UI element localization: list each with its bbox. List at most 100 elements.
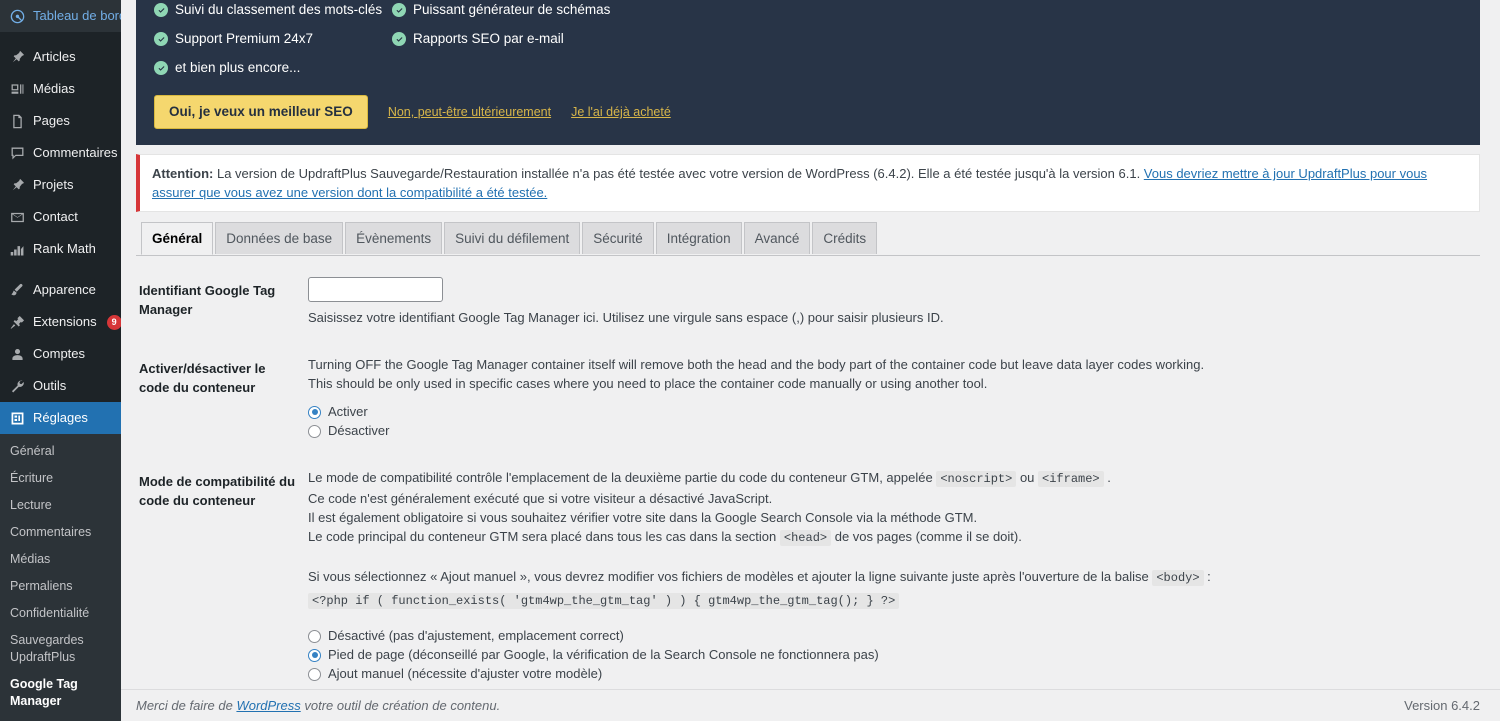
container-toggle-option[interactable]: Désactiver xyxy=(308,422,1470,440)
compat-p5b: : xyxy=(1203,569,1211,584)
sidebar-item-outils[interactable]: Outils xyxy=(0,370,121,402)
wp-content-area: Sites Web illimitésSuivi du classement d… xyxy=(121,0,1500,721)
feature-label: Rapports SEO par e-mail xyxy=(413,31,564,46)
submenu-item-confidentialit-[interactable]: Confidentialité xyxy=(0,600,121,627)
radio-button[interactable] xyxy=(308,648,321,662)
sidebar-item-m-dias[interactable]: Médias xyxy=(0,73,121,105)
sidebar-item-label: Pages xyxy=(33,113,70,128)
submenu-item-google-tag-manager[interactable]: Google Tag Manager xyxy=(0,671,121,715)
seo-promo-banner: Sites Web illimitésSuivi du classement d… xyxy=(136,0,1480,145)
radio-button[interactable] xyxy=(308,667,321,681)
submenu-item-lecture[interactable]: Lecture xyxy=(0,492,121,519)
sidebar-item-commentaires[interactable]: Commentaires xyxy=(0,137,121,169)
compat-desc-line-4: Le code principal du conteneur GTM sera … xyxy=(308,527,1470,548)
radio-label[interactable]: Ajout manuel (nécessite d'ajuster votre … xyxy=(328,665,602,683)
check-icon xyxy=(392,3,406,17)
compat-mode-option[interactable]: Ajout manuel (nécessite d'ajuster votre … xyxy=(308,665,1470,683)
tab-s-curit-[interactable]: Sécurité xyxy=(582,222,654,254)
sidebar-item-label: Apparence xyxy=(33,282,96,297)
sidebar-item-extensions[interactable]: Extensions 9 xyxy=(0,306,121,338)
radio-button[interactable] xyxy=(308,424,321,438)
submenu-item-g-n-ral[interactable]: Général xyxy=(0,438,121,465)
submenu-item-sauvegardes-updraftplus[interactable]: Sauvegardes UpdraftPlus xyxy=(0,627,121,671)
tab--v-nements[interactable]: Évènements xyxy=(345,222,443,254)
compat-php-snippet-line: <?php if ( function_exists( 'gtm4wp_the_… xyxy=(308,590,1470,611)
sidebar-item-label: Extensions xyxy=(33,314,97,329)
sidebar-item-comptes[interactable]: Comptes xyxy=(0,338,121,370)
tab-g-n-ral[interactable]: Général xyxy=(141,222,214,255)
admin-footer: Merci de faire de WordPress votre outil … xyxy=(121,689,1500,721)
radio-button[interactable] xyxy=(308,405,321,419)
sidebar-item-pages[interactable]: Pages xyxy=(0,105,121,137)
container-toggle-radios: Activer Désactiver xyxy=(308,403,1470,440)
sidebar-item-label: Comptes xyxy=(33,346,86,361)
settings-submenu: Général Écriture Lecture Commentaires Médias… xyxy=(0,434,121,721)
compat-p1c: . xyxy=(1103,470,1111,485)
already-bought-link[interactable]: Je l'ai déjà acheté xyxy=(571,105,671,119)
wp-version: Version 6.4.2 xyxy=(1404,698,1480,713)
updraftplus-compat-notice: Attention: La version de UpdraftPlus Sau… xyxy=(136,154,1480,212)
container-toggle-label: Activer/désactiver le code du conteneur xyxy=(139,361,266,395)
pin-icon xyxy=(8,48,26,66)
container-toggle-option[interactable]: Activer xyxy=(308,403,1470,421)
radio-label[interactable]: Désactiver xyxy=(328,422,389,440)
submenu-item-commentaires[interactable]: Commentaires xyxy=(0,519,121,546)
sidebar-item-tableau-de-bord[interactable]: Tableau de bord xyxy=(0,0,121,32)
check-icon xyxy=(154,61,168,75)
dashboard-icon xyxy=(8,7,26,25)
buy-seo-button[interactable]: Oui, je veux un meilleur SEO xyxy=(154,95,368,129)
sidebar-item-projets[interactable]: Projets xyxy=(0,169,121,201)
comment-icon xyxy=(8,144,26,162)
notice-text: La version de UpdraftPlus Sauvegarde/Res… xyxy=(213,166,1144,181)
code-iframe: <iframe> xyxy=(1038,471,1104,487)
compat-p1b: ou xyxy=(1016,470,1039,485)
feature-label: Puissant générateur de schémas xyxy=(413,2,611,17)
compat-desc-line-5: Si vous sélectionnez « Ajout manuel », v… xyxy=(308,567,1470,588)
menu-separator xyxy=(0,32,121,41)
tab-cr-dits[interactable]: Crédits xyxy=(812,222,878,254)
submenu-item-permaliens[interactable]: Permaliens xyxy=(0,573,121,600)
gtm-id-input[interactable] xyxy=(308,277,443,302)
compat-mode-option[interactable]: Désactivé (pas d'ajustement, emplacement… xyxy=(308,627,1470,645)
brush-icon xyxy=(8,281,26,299)
compat-p4b: de vos pages (comme il se doit). xyxy=(831,529,1022,544)
form-row-container-toggle: Activer/désactiver le code du conteneur … xyxy=(136,341,1480,454)
sidebar-item-rank-math[interactable]: Rank Math xyxy=(0,233,121,265)
submenu-item--criture[interactable]: Écriture xyxy=(0,465,121,492)
sidebar-item-r-glages[interactable]: Réglages xyxy=(0,402,121,434)
compat-desc-line-2: Ce code n'est généralement exécuté que s… xyxy=(308,491,773,506)
page-icon xyxy=(8,112,26,130)
promo-right-feature-item: Rapports SEO par e-mail xyxy=(392,30,812,48)
promo-features-left: Sites Web illimitésSuivi du classement d… xyxy=(154,0,392,88)
radio-label[interactable]: Pied de page (déconseillé par Google, la… xyxy=(328,646,879,664)
maybe-later-link[interactable]: Non, peut-être ultérieurement xyxy=(388,105,551,119)
tab-donn-es-de-base[interactable]: Données de base xyxy=(215,222,344,254)
compat-mode-option[interactable]: Pied de page (déconseillé par Google, la… xyxy=(308,646,1470,664)
code-body: <body> xyxy=(1152,570,1204,586)
sidebar-item-articles[interactable]: Articles xyxy=(0,41,121,73)
media-icon xyxy=(8,80,26,98)
settings-tabs: Général Données de base Évènements Suivi du… xyxy=(136,222,1480,256)
sidebar-item-apparence[interactable]: Apparence xyxy=(0,274,121,306)
sidebar-item-label: Réglages xyxy=(33,410,88,425)
sidebar-item-label: Outils xyxy=(33,378,67,393)
tab-int-gration[interactable]: Intégration xyxy=(655,222,742,254)
radio-label[interactable]: Désactivé (pas d'ajustement, emplacement… xyxy=(328,627,624,645)
radio-label[interactable]: Activer xyxy=(328,403,368,421)
tab-avanc-[interactable]: Avancé xyxy=(743,222,811,254)
feature-label: Support Premium 24x7 xyxy=(175,31,314,46)
compat-mode-label: Mode de compatibilité du code du contene… xyxy=(139,474,296,508)
compat-p4a: Le code principal du conteneur GTM sera … xyxy=(308,529,780,544)
wp-admin-screen: Tableau de bord Articles Médias Pages Commen… xyxy=(0,0,1500,721)
container-toggle-desc-2: This should be only used in specific cas… xyxy=(308,376,988,391)
submenu-item-m-dias[interactable]: Médias xyxy=(0,546,121,573)
gtm-settings-form: Identifiant Google Tag Manager Saisissez… xyxy=(136,263,1480,697)
wordpress-link[interactable]: WordPress xyxy=(236,698,300,713)
radio-button[interactable] xyxy=(308,629,321,643)
sidebar-item-label: Rank Math xyxy=(33,241,96,256)
footer-thanks: Merci de faire de WordPress votre outil … xyxy=(136,698,500,713)
submenu-item-wp-rocket[interactable]: WP Rocket xyxy=(0,715,121,721)
sidebar-item-contact[interactable]: Contact xyxy=(0,201,121,233)
tab-suivi-du-d-filement[interactable]: Suivi du défilement xyxy=(444,222,581,254)
check-icon xyxy=(154,3,168,17)
